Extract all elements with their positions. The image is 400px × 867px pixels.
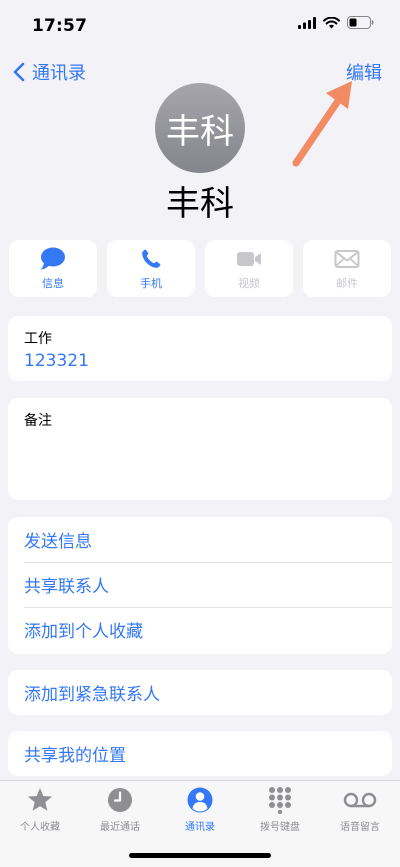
message-action-button[interactable]: 信息	[9, 240, 97, 297]
voicemail-icon	[343, 792, 377, 808]
cellular-signal-icon	[298, 16, 316, 29]
clock-icon	[108, 788, 132, 812]
video-action-label: 视频	[238, 276, 260, 290]
call-action-button[interactable]: 手机	[107, 240, 195, 297]
video-action-button[interactable]: 视频	[205, 240, 293, 297]
status-icons	[298, 16, 374, 29]
message-action-label: 信息	[42, 276, 64, 290]
mail-action-label: 邮件	[336, 276, 358, 290]
back-button-label: 通讯录	[32, 63, 86, 84]
notes-label: 备注	[24, 413, 52, 429]
add-to-emergency-contacts-link[interactable]: 添加到紧急联系人	[8, 670, 392, 715]
contact-name: 丰科	[166, 184, 234, 224]
keypad-icon	[269, 787, 291, 814]
share-contact-link[interactable]: 共享联系人	[8, 562, 392, 607]
phone-number[interactable]: 123321	[8, 351, 392, 371]
tab-voicemail-label: 语音留言	[340, 822, 380, 833]
wifi-icon	[323, 16, 340, 28]
mail-action-button[interactable]: 邮件	[303, 240, 391, 297]
add-to-favorites-link[interactable]: 添加到个人收藏	[8, 607, 392, 652]
person-circle-icon	[187, 787, 213, 813]
tab-keypad[interactable]: 拨号键盘	[240, 786, 320, 833]
phone-icon	[142, 249, 161, 268]
location-share-group: 共享我的位置	[8, 731, 392, 776]
home-indicator	[129, 853, 271, 858]
tab-favorites[interactable]: 个人收藏	[0, 786, 80, 833]
phone-number-card[interactable]: 工作 123321	[8, 316, 392, 381]
send-message-link[interactable]: 发送信息	[8, 517, 392, 562]
star-icon	[28, 788, 52, 811]
status-time: 17:57	[32, 16, 88, 36]
share-my-location-link[interactable]: 共享我的位置	[8, 731, 392, 776]
tab-recents[interactable]: 最近通话	[80, 786, 160, 833]
battery-icon	[347, 16, 374, 29]
tab-contacts-label: 通讯录	[185, 822, 215, 833]
notes-card[interactable]: 备注	[8, 398, 392, 500]
mail-envelope-icon	[334, 249, 360, 268]
emergency-contact-group: 添加到紧急联系人	[8, 670, 392, 715]
message-bubble-icon	[40, 247, 65, 269]
tab-favorites-label: 个人收藏	[20, 822, 60, 833]
tab-voicemail[interactable]: 语音留言	[320, 786, 400, 833]
chevron-left-icon	[13, 62, 25, 82]
contact-avatar: 丰科	[155, 83, 245, 173]
call-action-label: 手机	[140, 276, 162, 290]
tab-contacts[interactable]: 通讯录	[160, 786, 240, 833]
video-camera-icon	[237, 251, 261, 266]
tab-recents-label: 最近通话	[100, 822, 140, 833]
phone-label: 工作	[24, 331, 52, 347]
annotation-arrow	[292, 81, 352, 167]
back-button[interactable]: 通讯录	[8, 59, 86, 85]
tab-keypad-label: 拨号键盘	[260, 822, 300, 833]
contact-options-group: 发送信息 共享联系人 添加到个人收藏	[8, 517, 392, 654]
